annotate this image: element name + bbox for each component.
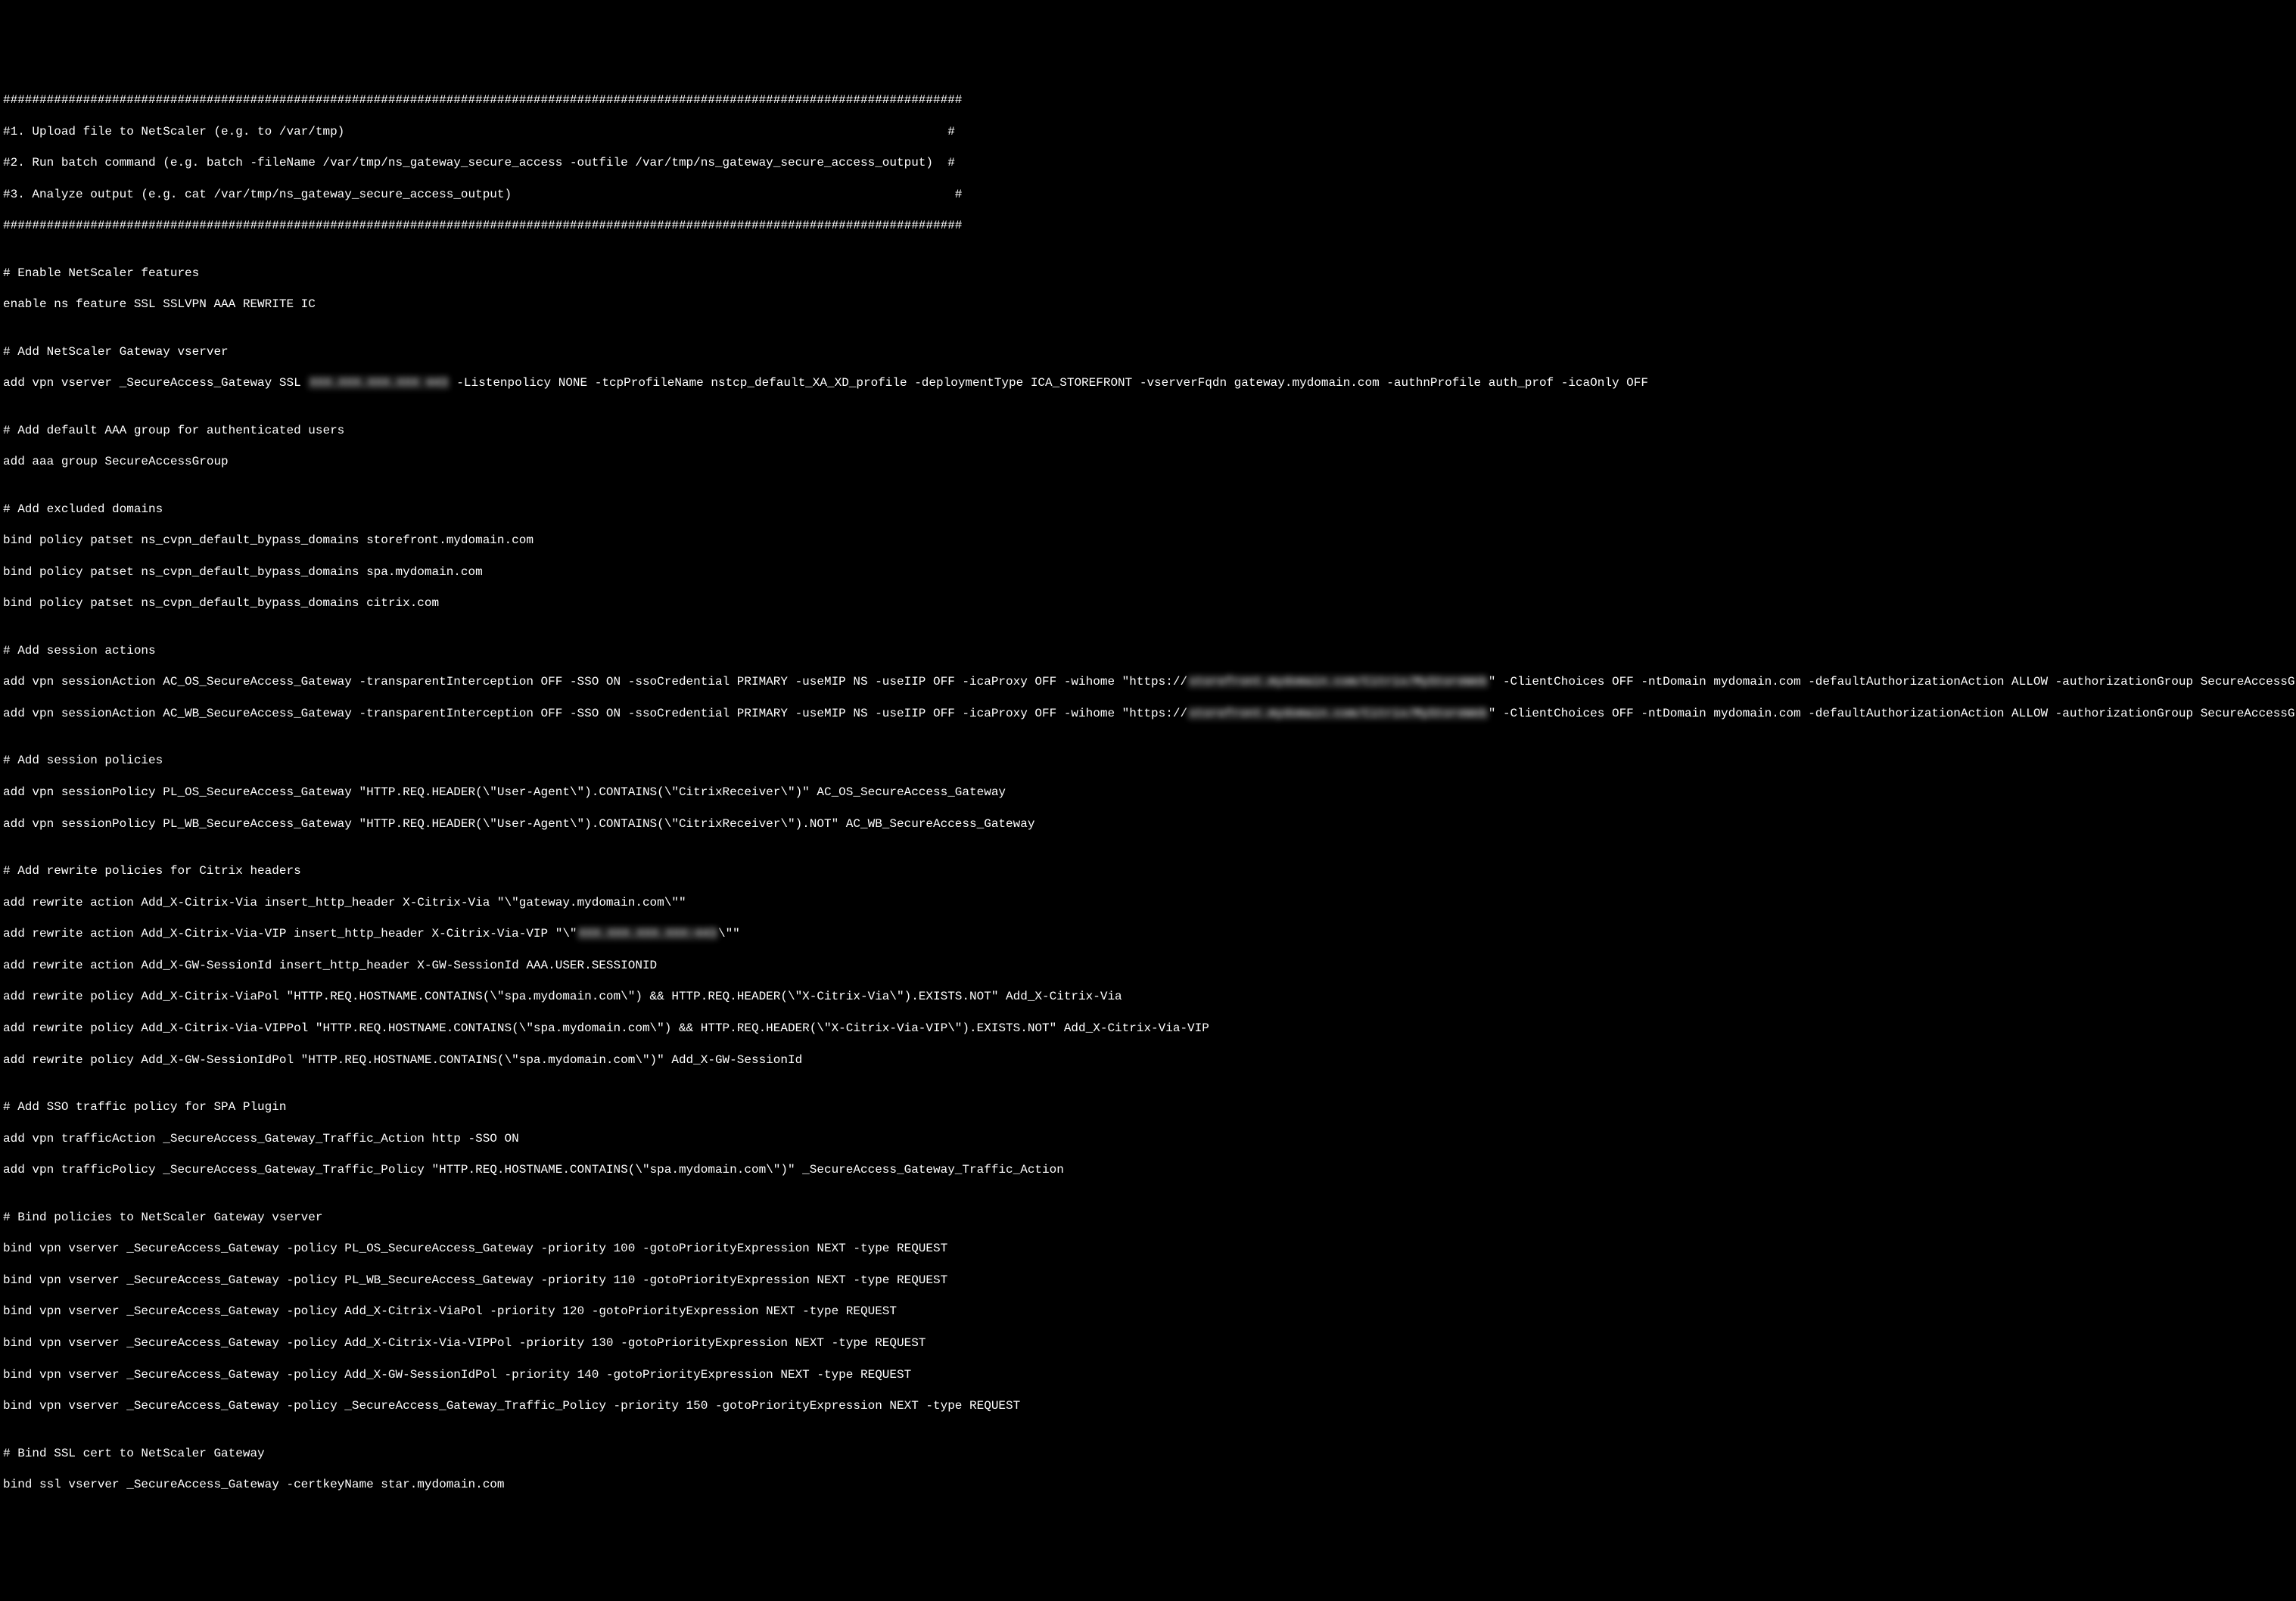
cmd-rewrite-policy-via-vip: add rewrite policy Add_X-Citrix-Via-VIPP… [3, 1021, 2293, 1037]
cmd-session-action-wb: add vpn sessionAction AC_WB_SecureAccess… [3, 706, 2293, 722]
cmd-session-policy-os: add vpn sessionPolicy PL_OS_SecureAccess… [3, 785, 2293, 800]
terminal-output: ########################################… [0, 91, 2296, 1510]
comment-session-policies: # Add session policies [3, 753, 2293, 769]
cmd-session-action-os: add vpn sessionAction AC_OS_SecureAccess… [3, 674, 2293, 690]
cmd-add-vpn-vserver: add vpn vserver _SecureAccess_Gateway SS… [3, 375, 2293, 391]
cmd-enable-ns-feature: enable ns feature SSL SSLVPN AAA REWRITE… [3, 297, 2293, 312]
comment-add-aaa-group: # Add default AAA group for authenticate… [3, 423, 2293, 439]
cmd-add-aaa-group: add aaa group SecureAccessGroup [3, 454, 2293, 470]
redacted-url: storefront.mydomain.com/Citrix/MyStoreWe… [1187, 675, 1489, 689]
cmd-part: add vpn sessionAction AC_WB_SecureAccess… [3, 707, 1187, 720]
cmd-bind-pl-wb: bind vpn vserver _SecureAccess_Gateway -… [3, 1273, 2293, 1289]
comment-enable-features: # Enable NetScaler features [3, 266, 2293, 281]
cmd-bind-bypass-spa: bind policy patset ns_cvpn_default_bypas… [3, 564, 2293, 580]
redacted-ip: XXX.XXX.XXX.XXX:443 [577, 927, 718, 940]
cmd-bind-traffic-policy: bind vpn vserver _SecureAccess_Gateway -… [3, 1398, 2293, 1414]
cmd-bind-sessionid-pol: bind vpn vserver _SecureAccess_Gateway -… [3, 1367, 2293, 1383]
header-border: ########################################… [3, 218, 2293, 234]
cmd-session-policy-wb: add vpn sessionPolicy PL_WB_SecureAccess… [3, 816, 2293, 832]
cmd-rewrite-action-via: add rewrite action Add_X-Citrix-Via inse… [3, 895, 2293, 911]
cmd-part: \"" [718, 927, 740, 940]
cmd-bind-pl-os: bind vpn vserver _SecureAccess_Gateway -… [3, 1241, 2293, 1257]
cmd-rewrite-policy-via: add rewrite policy Add_X-Citrix-ViaPol "… [3, 989, 2293, 1005]
header-step-1: #1. Upload file to NetScaler (e.g. to /v… [3, 124, 2293, 140]
cmd-rewrite-policy-sessionid: add rewrite policy Add_X-GW-SessionIdPol… [3, 1052, 2293, 1068]
cmd-bind-via-vip-pol: bind vpn vserver _SecureAccess_Gateway -… [3, 1335, 2293, 1351]
comment-rewrite-policies: # Add rewrite policies for Citrix header… [3, 863, 2293, 879]
comment-excluded-domains: # Add excluded domains [3, 502, 2293, 518]
cmd-traffic-action: add vpn trafficAction _SecureAccess_Gate… [3, 1131, 2293, 1147]
cmd-traffic-policy: add vpn trafficPolicy _SecureAccess_Gate… [3, 1162, 2293, 1178]
cmd-bind-bypass-storefront: bind policy patset ns_cvpn_default_bypas… [3, 533, 2293, 549]
cmd-bind-via-pol: bind vpn vserver _SecureAccess_Gateway -… [3, 1304, 2293, 1320]
cmd-rewrite-action-via-vip: add rewrite action Add_X-Citrix-Via-VIP … [3, 926, 2293, 942]
cmd-part: -Listenpolicy NONE -tcpProfileName nstcp… [450, 376, 1648, 390]
header-step-3: #3. Analyze output (e.g. cat /var/tmp/ns… [3, 187, 2293, 203]
header-border: ########################################… [3, 92, 2293, 108]
header-step-2: #2. Run batch command (e.g. batch -fileN… [3, 155, 2293, 171]
comment-add-vserver: # Add NetScaler Gateway vserver [3, 344, 2293, 360]
comment-bind-policies: # Bind policies to NetScaler Gateway vse… [3, 1210, 2293, 1226]
cmd-part: add vpn vserver _SecureAccess_Gateway SS… [3, 376, 308, 390]
cmd-rewrite-action-sessionid: add rewrite action Add_X-GW-SessionId in… [3, 958, 2293, 974]
comment-bind-ssl-cert: # Bind SSL cert to NetScaler Gateway [3, 1446, 2293, 1462]
cmd-part: add rewrite action Add_X-Citrix-Via-VIP … [3, 927, 577, 940]
comment-session-actions: # Add session actions [3, 643, 2293, 659]
cmd-part: " -ClientChoices OFF -ntDomain mydomain.… [1489, 675, 2296, 689]
cmd-part: " -ClientChoices OFF -ntDomain mydomain.… [1489, 707, 2296, 720]
redacted-ip: XXX.XXX.XXX.XXX 443 [308, 376, 449, 390]
cmd-bind-bypass-citrix: bind policy patset ns_cvpn_default_bypas… [3, 595, 2293, 611]
cmd-part: add vpn sessionAction AC_OS_SecureAccess… [3, 675, 1187, 689]
comment-sso-traffic-policy: # Add SSO traffic policy for SPA Plugin [3, 1099, 2293, 1115]
redacted-url: storefront.mydomain.com/Citrix/MyStoreWe… [1187, 707, 1489, 720]
cmd-bind-ssl-vserver: bind ssl vserver _SecureAccess_Gateway -… [3, 1477, 2293, 1493]
